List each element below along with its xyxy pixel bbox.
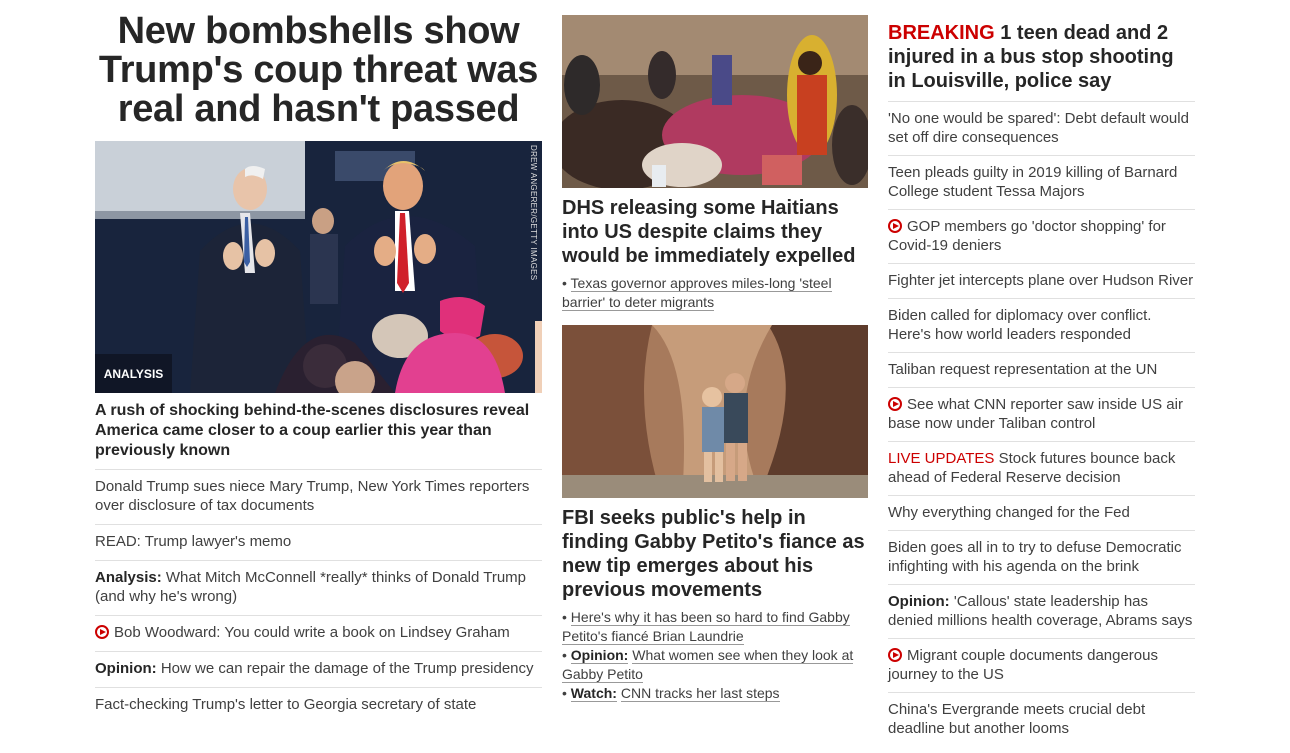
item-text[interactable]: Fighter jet intercepts plane over Hudson… [888,272,1193,289]
photo-credit: DREW ANGERER/GETTY IMAGES [529,145,538,281]
canyon-photo-illustration [562,325,868,498]
item-text[interactable]: 'No one would be spared': Debt default w… [888,110,1189,146]
item-prefix[interactable]: Watch: [570,685,617,702]
haiti-bullets: • Texas governor approves miles-long 'st… [562,274,868,312]
haiti-headline[interactable]: DHS releasing some Haitians into US desp… [562,196,868,268]
item-text[interactable]: See what CNN reporter saw inside US air … [888,396,1183,432]
list-item[interactable]: • Opinion: What women see when they look… [562,646,868,684]
item-text[interactable]: How we can repair the damage of the Trum… [161,660,534,677]
petito-headline[interactable]: FBI seeks public's help in finding Gabby… [562,506,868,602]
list-item[interactable]: GOP members go 'doctor shopping' for Cov… [888,209,1195,263]
list-item[interactable]: • Texas governor approves miles-long 'st… [562,274,868,312]
item-text[interactable]: Why everything changed for the Fed [888,504,1130,521]
main-story-column: New bombshells show Trump's coup threat … [95,12,542,723]
list-item[interactable]: READ: Trump lawyer's memo [95,524,542,560]
petito-story-image[interactable] [562,325,868,498]
list-item[interactable]: Analysis: What Mitch McConnell *really* … [95,560,542,615]
breaking-headline[interactable]: BREAKING 1 teen dead and 2 injured in a … [888,21,1195,93]
right-column: BREAKING 1 teen dead and 2 injured in a … [888,21,1195,746]
main-story-image[interactable]: DREW ANGERER/GETTY IMAGES ANALYSIS [95,141,542,393]
list-item[interactable]: Migrant couple documents dangerous journ… [888,638,1195,692]
list-item[interactable]: Opinion: How we can repair the damage of… [95,651,542,687]
main-subheadline[interactable]: A rush of shocking behind-the-scenes dis… [95,401,542,461]
list-item[interactable]: LIVE UPDATES Stock futures bounce back a… [888,441,1195,495]
list-item[interactable]: Teen pleads guilty in 2019 killing of Ba… [888,155,1195,209]
play-icon [888,397,902,411]
play-icon [888,219,902,233]
haiti-story-image[interactable] [562,15,868,188]
list-item[interactable]: See what CNN reporter saw inside US air … [888,387,1195,441]
list-item[interactable]: China's Evergrande meets crucial debt de… [888,692,1195,746]
list-item[interactable]: Why everything changed for the Fed [888,495,1195,530]
item-prefix: Analysis: [95,569,162,586]
item-text[interactable]: Donald Trump sues niece Mary Trump, New … [95,478,529,514]
item-prefix[interactable]: Opinion: [570,647,629,664]
list-item[interactable]: Fighter jet intercepts plane over Hudson… [888,263,1195,298]
list-item[interactable]: Opinion: 'Callous' state leadership has … [888,584,1195,638]
item-text[interactable]: China's Evergrande meets crucial debt de… [888,701,1145,737]
item-text[interactable]: Biden called for diplomacy over conflict… [888,307,1151,343]
analysis-badge: ANALYSIS [95,354,172,393]
item-text[interactable]: Texas governor approves miles-long 'stee… [562,275,832,311]
item-text[interactable]: Biden goes all in to try to defuse Democ… [888,539,1181,575]
right-headline-list: 'No one would be spared': Debt default w… [888,101,1195,746]
item-text[interactable]: GOP members go 'doctor shopping' for Cov… [888,218,1166,254]
petito-bullets: • Here's why it has been so hard to find… [562,608,868,703]
list-item[interactable]: • Watch: CNN tracks her last steps [562,684,868,703]
live-updates-label: LIVE UPDATES [888,450,995,467]
item-text[interactable]: CNN tracks her last steps [620,685,780,702]
item-text[interactable]: Fact-checking Trump's letter to Georgia … [95,696,476,713]
item-text[interactable]: Teen pleads guilty in 2019 killing of Ba… [888,164,1177,200]
item-text[interactable]: Bob Woodward: You could write a book on … [114,624,510,641]
list-item[interactable]: Bob Woodward: You could write a book on … [95,615,542,651]
list-item[interactable]: Donald Trump sues niece Mary Trump, New … [95,469,542,524]
play-icon [95,625,109,639]
item-text[interactable]: Here's why it has been so hard to find G… [562,609,850,645]
item-prefix: Opinion: [888,593,950,610]
list-item[interactable]: Biden goes all in to try to defuse Democ… [888,530,1195,584]
breaking-label: BREAKING [888,22,995,44]
item-text[interactable]: Taliban request representation at the UN [888,361,1157,378]
list-item[interactable]: Fact-checking Trump's letter to Georgia … [95,687,542,723]
migrants-photo-illustration [562,15,868,188]
list-item[interactable]: Taliban request representation at the UN [888,352,1195,387]
item-text[interactable]: READ: Trump lawyer's memo [95,533,291,550]
play-icon [888,648,902,662]
list-item[interactable]: Biden called for diplomacy over conflict… [888,298,1195,352]
main-headline[interactable]: New bombshells show Trump's coup threat … [95,12,542,129]
middle-column: DHS releasing some Haitians into US desp… [562,15,868,703]
item-text[interactable]: Migrant couple documents dangerous journ… [888,647,1158,683]
main-related-list: Donald Trump sues niece Mary Trump, New … [95,469,542,723]
list-item[interactable]: • Here's why it has been so hard to find… [562,608,868,646]
list-item[interactable]: 'No one would be spared': Debt default w… [888,101,1195,155]
item-prefix: Opinion: [95,660,157,677]
